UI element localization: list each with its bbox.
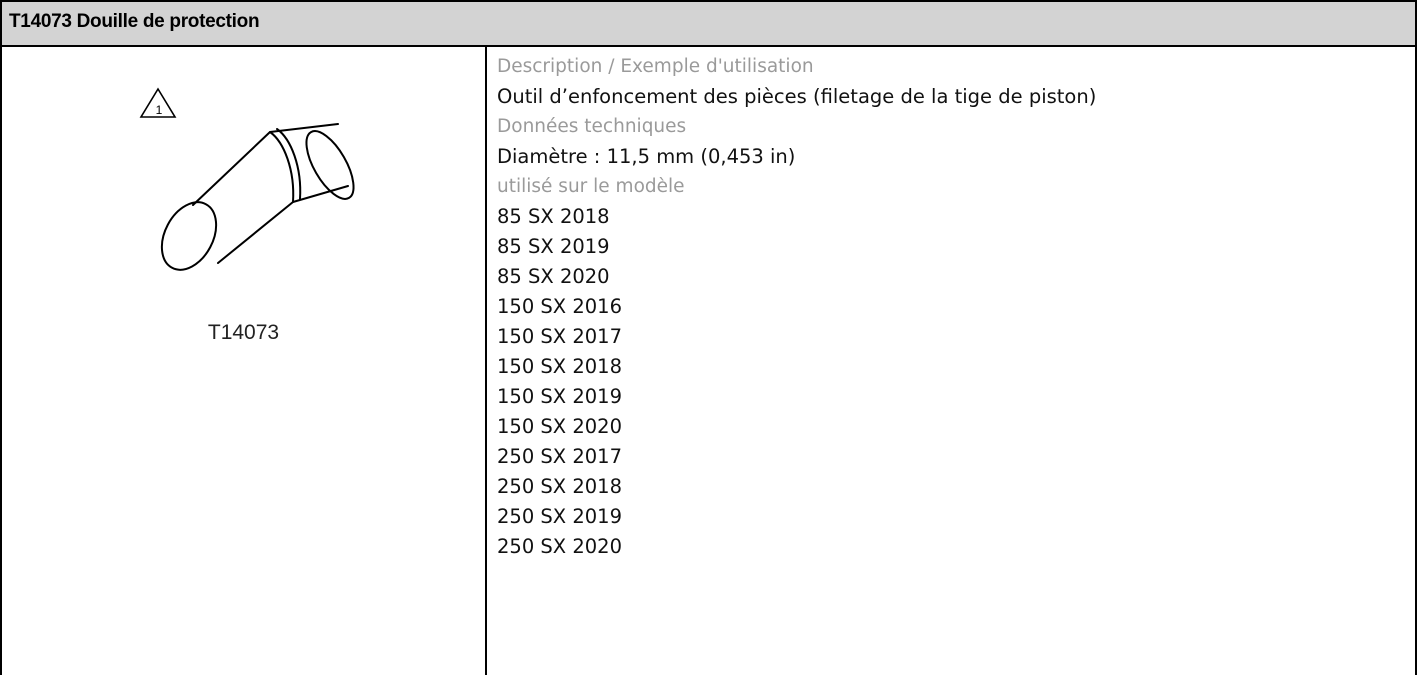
description-label: Description / Exemple d'utilisation bbox=[497, 56, 814, 77]
model-item: 250 SX 2020 bbox=[497, 535, 622, 558]
model-item: 150 SX 2020 bbox=[497, 415, 622, 438]
model-item: 250 SX 2018 bbox=[497, 475, 622, 498]
model-item: 85 SX 2018 bbox=[497, 205, 610, 228]
warning-triangle-icon: 1 bbox=[139, 87, 177, 118]
tech-data-label: Données techniques bbox=[497, 116, 687, 137]
model-item: 150 SX 2016 bbox=[497, 295, 622, 318]
model-item: 85 SX 2019 bbox=[497, 235, 610, 258]
model-item: 150 SX 2019 bbox=[497, 385, 622, 408]
details-cell: Description / Exemple d'utilisation Outi… bbox=[487, 47, 1413, 675]
description-value: Outil d’enfoncement des pièces (filetage… bbox=[497, 85, 1097, 108]
model-item: 85 SX 2020 bbox=[497, 265, 610, 288]
tool-illustration-cell: 1 T14073 bbox=[2, 47, 485, 675]
model-item: 150 SX 2017 bbox=[497, 325, 622, 348]
tool-caption: T14073 bbox=[207, 321, 280, 344]
model-item: 250 SX 2017 bbox=[497, 445, 622, 468]
tool-cylinder-icon bbox=[160, 123, 355, 271]
model-item: 150 SX 2018 bbox=[497, 355, 622, 378]
header-bar: T14073 Douille de protection bbox=[0, 0, 1417, 47]
tool-sheet: T14073 Douille de protection 1 T14073 De… bbox=[0, 0, 1417, 675]
warning-number: 1 bbox=[156, 103, 163, 117]
model-item: 250 SX 2019 bbox=[497, 505, 622, 528]
models-label: utilisé sur le modèle bbox=[497, 176, 685, 197]
tech-data-value: Diamètre : 11,5 mm (0,453 in) bbox=[497, 145, 796, 168]
page-title: T14073 Douille de protection bbox=[9, 11, 260, 32]
